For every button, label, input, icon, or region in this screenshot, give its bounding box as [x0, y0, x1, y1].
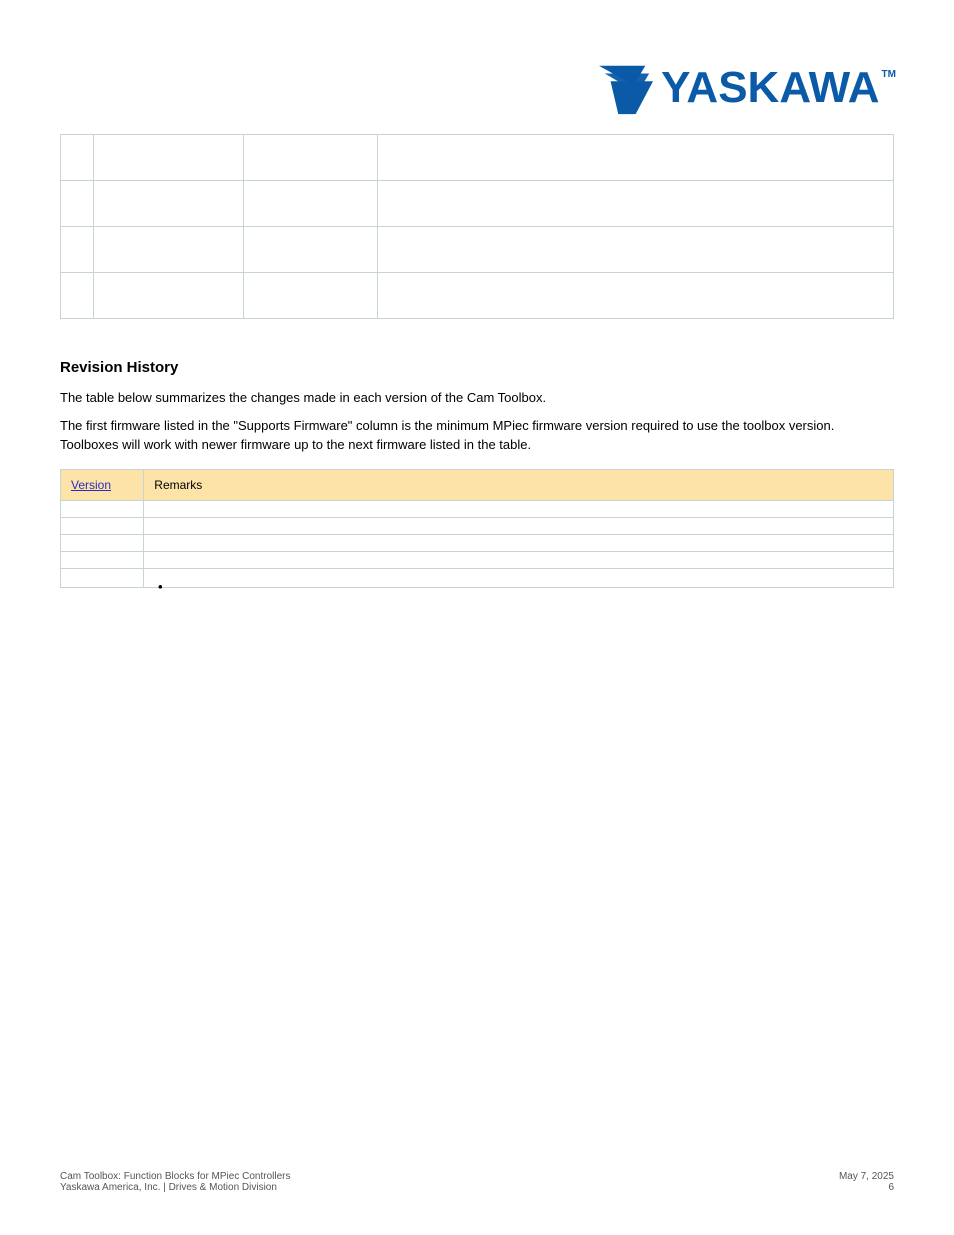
- history-remarks-cell: [144, 551, 894, 568]
- version-header-link[interactable]: Version: [71, 478, 111, 492]
- features-cell: [377, 135, 893, 181]
- history-remarks-cell: [144, 517, 894, 534]
- history-version-cell: [61, 534, 144, 551]
- history-remarks-cell: [144, 534, 894, 551]
- history-header-version[interactable]: Version: [61, 469, 144, 500]
- history-remarks-cell: [144, 500, 894, 517]
- table-row: [61, 273, 894, 319]
- table-row: [61, 568, 894, 587]
- history-version-cell: [61, 517, 144, 534]
- features-cell: [377, 181, 893, 227]
- table-row: [61, 517, 894, 534]
- history-remarks-cell: [144, 568, 894, 587]
- logo: YASKAWATM: [60, 60, 894, 116]
- logo-text: YASKAWA: [661, 63, 879, 112]
- logo-wordmark: YASKAWATM: [661, 63, 894, 113]
- features-cell: [94, 181, 244, 227]
- revision-history-p1: The table below summarizes the changes m…: [60, 388, 894, 408]
- revision-history-heading: Revision History: [60, 359, 894, 376]
- history-version-cell: [61, 568, 144, 587]
- logo-mark-icon: [597, 60, 655, 116]
- footer-right: May 7, 20256: [839, 1171, 894, 1193]
- features-cell: [94, 273, 244, 319]
- features-cell: [94, 227, 244, 273]
- table-row: [61, 135, 894, 181]
- features-table: [60, 134, 894, 319]
- history-version-cell: [61, 500, 144, 517]
- features-cell: [377, 273, 893, 319]
- features-cell: [244, 181, 377, 227]
- history-table: Version Remarks: [60, 469, 894, 588]
- history-header-remarks: Remarks: [144, 469, 894, 500]
- features-cell: [61, 135, 94, 181]
- features-cell: [61, 227, 94, 273]
- table-row: [61, 227, 894, 273]
- table-row: [61, 181, 894, 227]
- features-cell: [244, 227, 377, 273]
- features-cell: [61, 273, 94, 319]
- features-cell: [61, 181, 94, 227]
- revision-history-p2: The first firmware listed in the "Suppor…: [60, 416, 894, 455]
- table-row: [61, 534, 894, 551]
- logo-tm: TM: [882, 69, 896, 80]
- page-footer: Cam Toolbox: Function Blocks for MPiec C…: [60, 1171, 894, 1193]
- table-row: [61, 551, 894, 568]
- features-cell: [244, 135, 377, 181]
- features-cell: [94, 135, 244, 181]
- table-row: [61, 500, 894, 517]
- features-cell: [244, 273, 377, 319]
- page: YASKAWATM Revision History The table bel…: [0, 0, 954, 588]
- footer-left: Cam Toolbox: Function Blocks for MPiec C…: [60, 1171, 290, 1193]
- features-cell: [377, 227, 893, 273]
- history-version-cell: [61, 551, 144, 568]
